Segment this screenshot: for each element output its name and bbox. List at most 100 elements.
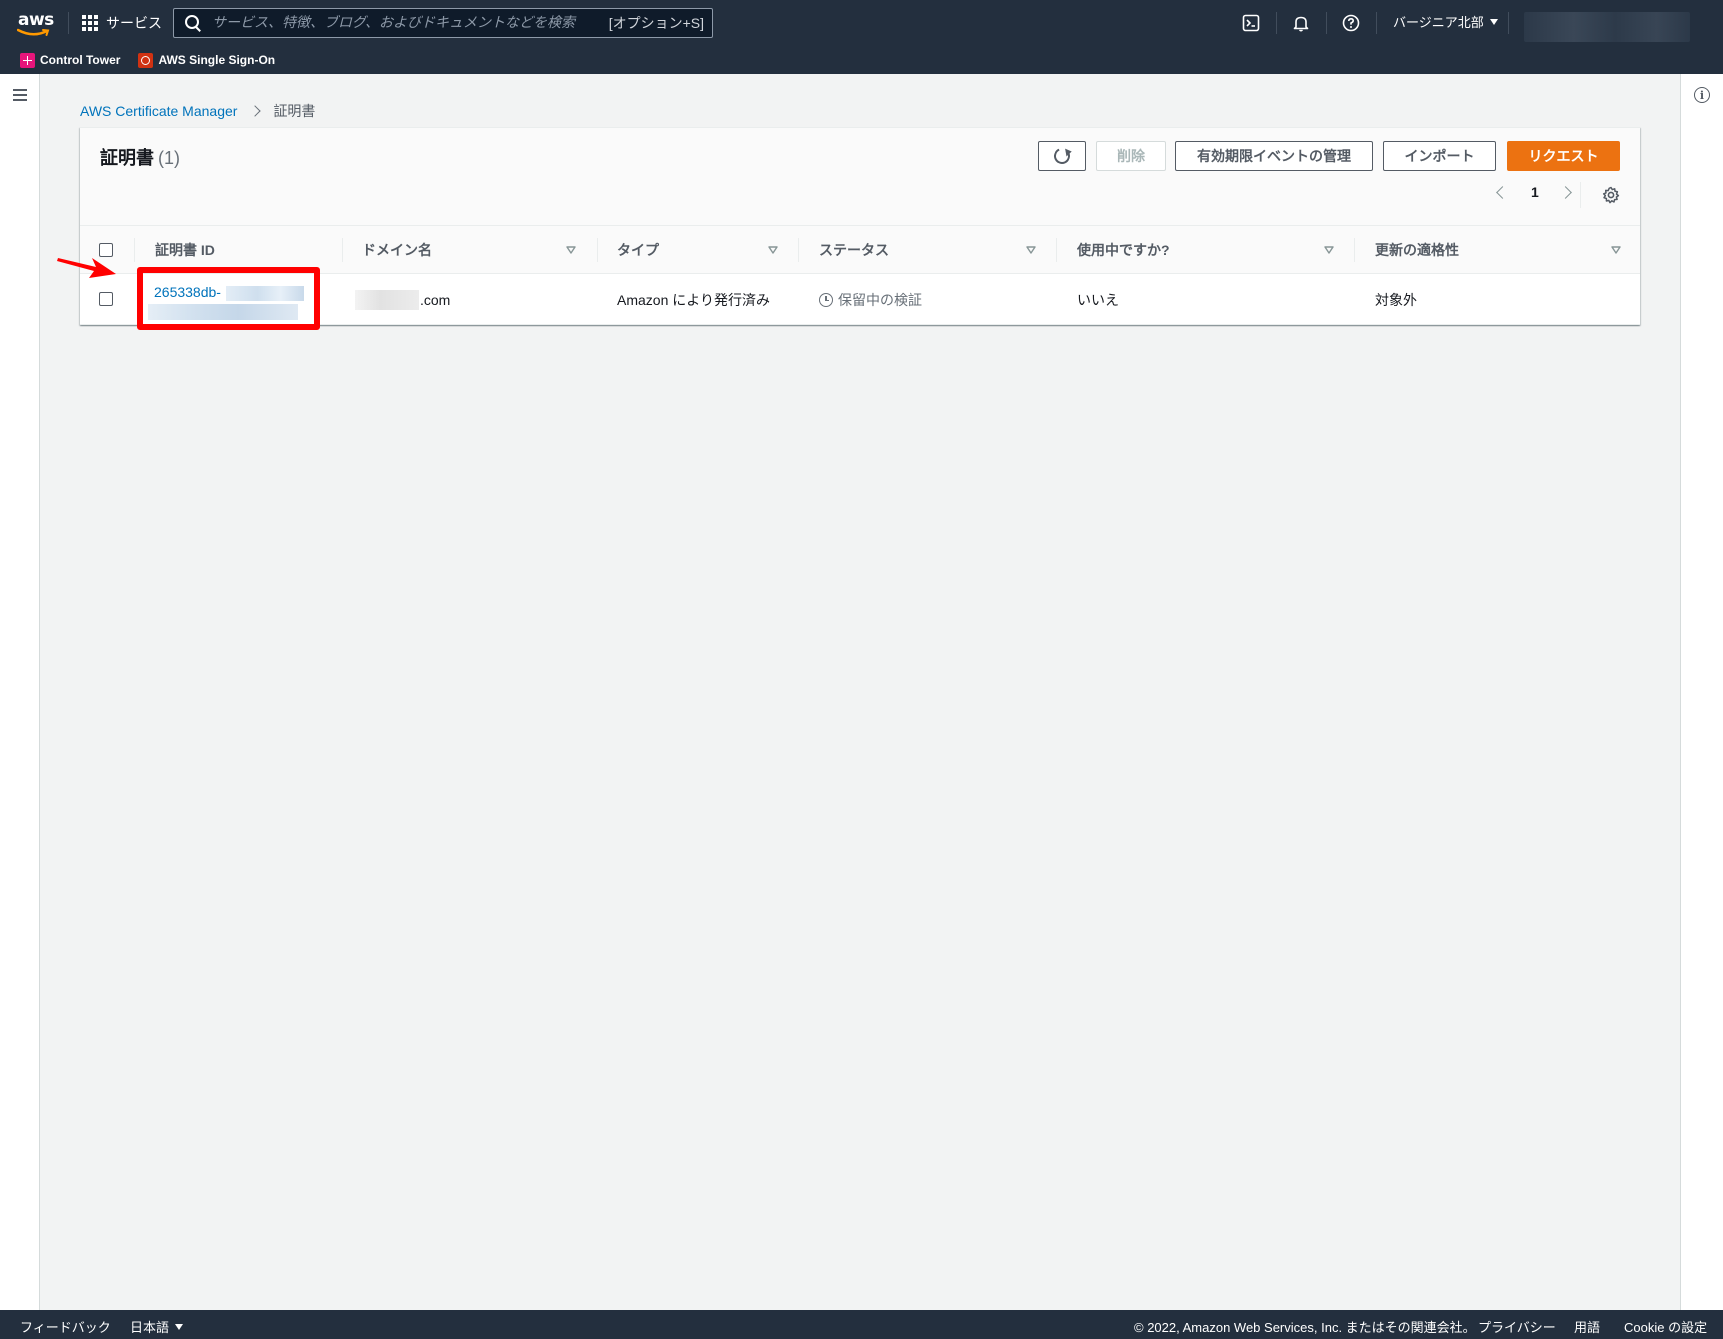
refresh-button[interactable] (1038, 141, 1086, 171)
favorite-sso[interactable]: AWS Single Sign-On (138, 52, 276, 68)
column-header-certificate-id[interactable]: 証明書 ID (155, 226, 215, 274)
control-tower-icon (20, 52, 35, 68)
breadcrumb: AWS Certificate Manager 証明書 (80, 101, 315, 121)
nav-divider (1376, 12, 1377, 34)
certificate-count: (1) (158, 148, 180, 168)
column-divider (798, 238, 799, 262)
page-title: 証明書 (1) (100, 144, 180, 170)
domain-suffix: .com (420, 291, 451, 308)
favorite-control-tower[interactable]: Control Tower (20, 52, 121, 68)
aws-smile-icon (17, 28, 50, 36)
certificate-id-link[interactable]: 265338db- (148, 283, 304, 320)
feedback-link[interactable]: フィードバック (20, 1317, 111, 1336)
language-selector[interactable]: 日本語 (130, 1317, 184, 1336)
bell-icon[interactable] (1289, 11, 1313, 35)
panel-header: 証明書 (1) 削除 有効期限イベントの管理 インポート リクエスト 1 (80, 128, 1640, 226)
type-cell: Amazon により発行済み (617, 291, 770, 308)
side-navigation-rail (0, 74, 40, 1310)
status-badge: 保留中の検証 (819, 290, 922, 310)
clock-icon (819, 292, 833, 307)
page-number[interactable]: 1 (1531, 184, 1539, 200)
redacted-block (226, 286, 304, 301)
grid-icon (82, 15, 98, 31)
footer: フィードバック 日本語 © 2022, Amazon Web Services,… (0, 1310, 1723, 1339)
nav-divider (1276, 12, 1277, 34)
gear-icon[interactable] (1602, 186, 1620, 204)
terms-link[interactable]: 用語 (1574, 1317, 1600, 1336)
column-divider (1056, 238, 1057, 262)
search-bar[interactable]: [オプション+S] (173, 8, 713, 38)
column-header-renewal-eligibility[interactable]: 更新の適格性 (1375, 226, 1459, 274)
chevron-left-icon[interactable] (1496, 185, 1509, 199)
panel-title-text: 証明書 (100, 148, 154, 168)
column-header-domain[interactable]: ドメイン名 (362, 226, 432, 274)
help-icon[interactable] (1339, 11, 1363, 35)
services-label: サービス (106, 15, 162, 31)
info-icon[interactable]: i (1694, 87, 1710, 103)
breadcrumb-acm-link[interactable]: AWS Certificate Manager (80, 103, 237, 119)
favorite-label: Control Tower (40, 53, 121, 67)
column-divider (1354, 238, 1355, 262)
column-divider (134, 238, 135, 262)
search-icon (184, 14, 202, 32)
column-header-status[interactable]: ステータス (819, 226, 889, 274)
request-button[interactable]: リクエスト (1507, 141, 1620, 171)
copyright-text: © 2022, Amazon Web Services, Inc. またはその関… (1134, 1320, 1476, 1335)
sort-icon[interactable] (1324, 245, 1334, 255)
search-shortcut-hint: [オプション+S] (608, 15, 704, 31)
breadcrumb-current: 証明書 (273, 103, 316, 119)
pagination-divider (1580, 182, 1581, 208)
top-nav-main-row: aws サービス [オプション+S] (0, 0, 1723, 46)
table-row: 265338db- .com Amazon により発行済み 保留中の検証 いいえ… (80, 274, 1640, 325)
chevron-right-icon[interactable] (1558, 185, 1572, 199)
language-label: 日本語 (130, 1320, 170, 1335)
sort-icon[interactable] (768, 245, 778, 255)
renewal-cell: 対象外 (1375, 291, 1417, 308)
in-use-cell: いいえ (1077, 291, 1119, 308)
aws-logo-text: aws (18, 10, 54, 30)
account-menu[interactable] (1524, 12, 1690, 42)
cloudshell-icon[interactable] (1239, 11, 1263, 35)
pagination: 1 (1496, 184, 1572, 200)
column-divider (597, 238, 598, 262)
status-text: 保留中の検証 (838, 291, 922, 308)
certificates-panel: 証明書 (1) 削除 有効期限イベントの管理 インポート リクエスト 1 証明書 … (80, 127, 1640, 325)
table-header: 証明書 ID ドメイン名 タイプ ステータス 使用中ですか? 更新の適格性 (80, 226, 1640, 274)
top-navigation: aws サービス [オプション+S] (0, 0, 1723, 74)
status-cell: 保留中の検証 (819, 274, 922, 325)
tools-rail: i (1680, 74, 1723, 1310)
row-checkbox[interactable] (99, 292, 113, 306)
caret-down-icon (175, 1323, 184, 1330)
sort-icon[interactable] (1611, 245, 1621, 255)
favorites-bar: Control Tower AWS Single Sign-On (0, 46, 1723, 74)
sort-icon[interactable] (566, 245, 576, 255)
aws-logo[interactable]: aws (16, 8, 54, 38)
redacted-block (355, 289, 419, 310)
search-input[interactable] (212, 15, 609, 31)
nav-divider (1508, 12, 1509, 34)
privacy-link[interactable]: プライバシー (1478, 1317, 1556, 1336)
column-divider (342, 238, 343, 262)
region-label: バージニア北部 (1393, 15, 1484, 30)
sort-icon[interactable] (1026, 245, 1036, 255)
sso-icon (138, 52, 154, 68)
caret-down-icon (1489, 18, 1498, 25)
import-button[interactable]: インポート (1383, 141, 1496, 171)
cookie-settings-link[interactable]: Cookie の設定 (1624, 1317, 1707, 1336)
favorite-label: AWS Single Sign-On (158, 53, 276, 67)
delete-button[interactable]: 削除 (1096, 141, 1166, 171)
chevron-right-icon (249, 105, 262, 117)
select-all-checkbox[interactable] (99, 243, 113, 257)
region-selector[interactable]: バージニア北部 (1393, 12, 1498, 31)
services-menu-button[interactable]: サービス (82, 12, 162, 34)
redacted-block (148, 304, 298, 320)
certificate-id-text: 265338db- (154, 284, 221, 300)
nav-divider (1326, 12, 1327, 34)
domain-cell: .com (355, 274, 450, 325)
manage-expiry-events-button[interactable]: 有効期限イベントの管理 (1175, 141, 1373, 171)
nav-divider (68, 12, 69, 34)
column-header-in-use[interactable]: 使用中ですか? (1077, 226, 1170, 274)
hamburger-menu-icon[interactable] (13, 89, 27, 101)
refresh-icon (1051, 145, 1073, 167)
column-header-type[interactable]: タイプ (617, 226, 659, 274)
